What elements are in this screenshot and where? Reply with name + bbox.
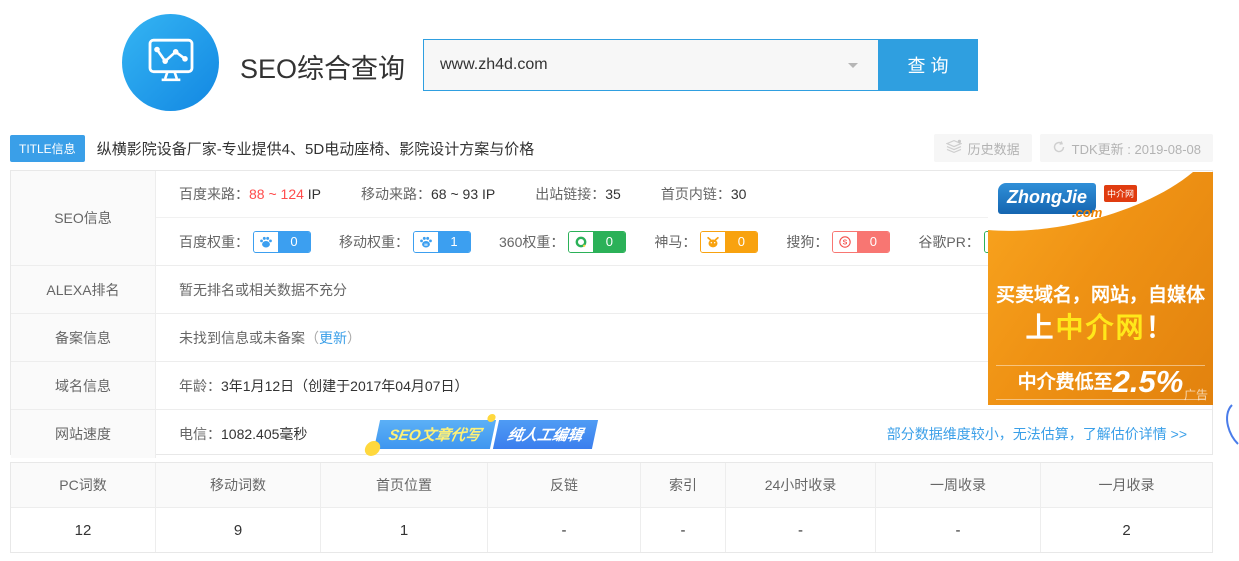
homepage-internal-links: 首页内链：30	[661, 184, 747, 204]
row-label-seo: SEO信息	[11, 171, 156, 265]
kw-header-mobile-words: 移动词数	[156, 463, 321, 507]
360-ring-icon	[569, 232, 593, 252]
baidu-weight-badge[interactable]: 0	[253, 231, 311, 253]
telecom-speed-value: 1082.405毫秒	[221, 424, 307, 444]
telecom-speed-label: 电信：	[179, 424, 221, 444]
kw-header-index: 索引	[641, 463, 726, 507]
monitor-chart-icon	[143, 32, 199, 93]
shenma-icon	[701, 232, 725, 252]
refresh-icon	[1052, 140, 1066, 157]
speed-row: 网站速度 电信： 1082.405毫秒 SEO文章代写 纯人工编辑 部分数据维度…	[11, 410, 1212, 458]
mobile-weight-badge[interactable]: M 1	[413, 231, 471, 253]
keywords-value-row: 12 9 1 - - - - 2	[11, 508, 1212, 552]
ad-slogan: 上中介网！	[988, 306, 1213, 346]
kw-header-month-collect: 一月收录	[1041, 463, 1212, 507]
search-input[interactable]	[423, 39, 878, 91]
keywords-table: PC词数 移动词数 首页位置 反链 索引 24小时收录 一周收录 一月收录 12…	[10, 462, 1213, 553]
ad-tag: 广告	[1184, 386, 1208, 403]
query-button[interactable]: 查 询	[878, 39, 978, 91]
sogou-weight: 搜狗： S 0	[786, 231, 890, 253]
row-label-alexa: ALEXA排名	[11, 266, 156, 313]
page-title: SEO综合查询	[240, 47, 405, 86]
yellow-dot	[364, 441, 382, 456]
baidu-mobile-paw-icon: M	[414, 232, 438, 252]
kw-value-24h-collect[interactable]: -	[726, 508, 876, 552]
estimate-detail-link[interactable]: 部分数据维度较小，无法估算，了解估价详情 >>	[887, 424, 1187, 444]
seo-article-promo-banner[interactable]: SEO文章代写 纯人工编辑	[374, 420, 598, 449]
baidu-paw-icon	[254, 232, 278, 252]
outbound-links: 出站链接：35	[535, 184, 621, 204]
beian-update-link[interactable]: 更新	[319, 328, 347, 348]
360-weight-badge[interactable]: 0	[568, 231, 626, 253]
domain-age-value: 3年1月12日	[221, 376, 294, 396]
keywords-header-row: PC词数 移动词数 首页位置 反链 索引 24小时收录 一周收录 一月收录	[11, 463, 1212, 508]
kw-header-week-collect: 一周收录	[876, 463, 1041, 507]
app-logo	[122, 14, 219, 111]
title-bar: TITLE信息 纵横影院设备厂家-专业提供4、5D电动座椅、影院设计方案与价格 …	[10, 134, 1213, 162]
kw-header-backlinks: 反链	[488, 463, 641, 507]
kw-header-home-position: 首页位置	[321, 463, 488, 507]
zhongjie-ad-banner[interactable]: ZhongJie .com 中介网 买卖域名，网站，自媒体 上中介网！ 中介费低…	[988, 172, 1213, 405]
mobile-weight: 移动权重： M 1	[339, 231, 471, 253]
kw-value-pc-words[interactable]: 12	[11, 508, 156, 552]
ad-fee-line: 中介费低至 2.5%	[988, 366, 1213, 397]
mobile-traffic: 移动来路：68 ~ 93 IP	[361, 184, 495, 204]
cursor-artifact	[1224, 402, 1239, 452]
kw-value-home-position[interactable]: 1	[321, 508, 488, 552]
shenma-weight: 神马： 0	[654, 231, 758, 253]
360-weight: 360权重： 0	[499, 231, 626, 253]
beian-status: 未找到信息或未备案	[179, 328, 305, 348]
layers-icon	[946, 139, 962, 157]
baidu-weight: 百度权重： 0	[179, 231, 311, 253]
baidu-traffic: 百度来路：88 ~ 124 IP	[179, 184, 321, 204]
site-title-text: 纵横影院设备厂家-专业提供4、5D电动座椅、影院设计方案与价格	[97, 138, 535, 159]
history-data-button[interactable]: 历史数据	[934, 134, 1032, 162]
ad-divider	[996, 399, 1205, 400]
zhongjie-logo: ZhongJie .com 中介网	[998, 183, 1096, 214]
search-bar: 查 询	[423, 39, 978, 91]
title-info-badge: TITLE信息	[10, 135, 85, 162]
kw-value-month-collect[interactable]: 2	[1041, 508, 1212, 552]
kw-value-mobile-words[interactable]: 9	[156, 508, 321, 552]
row-label-domain: 域名信息	[11, 362, 156, 409]
svg-text:S: S	[843, 239, 848, 246]
kw-value-week-collect[interactable]: -	[876, 508, 1041, 552]
tdk-update-button[interactable]: TDK更新 : 2019-08-08	[1040, 134, 1213, 162]
row-label-speed: 网站速度	[11, 410, 156, 458]
sogou-icon: S	[833, 232, 857, 252]
kw-value-backlinks[interactable]: -	[488, 508, 641, 552]
domain-created-date: （创建于2017年04月07日）	[294, 376, 468, 396]
kw-value-index[interactable]: -	[641, 508, 726, 552]
kw-header-pc-words: PC词数	[11, 463, 156, 507]
shenma-weight-badge[interactable]: 0	[700, 231, 758, 253]
kw-header-24h-collect: 24小时收录	[726, 463, 876, 507]
svg-text:M: M	[424, 242, 427, 246]
chevron-down-icon[interactable]	[848, 63, 858, 73]
ad-headline: 买卖域名，网站，自媒体	[988, 280, 1213, 307]
row-label-beian: 备案信息	[11, 314, 156, 361]
sogou-weight-badge[interactable]: S 0	[832, 231, 890, 253]
domain-age-label: 年龄：	[179, 376, 221, 396]
